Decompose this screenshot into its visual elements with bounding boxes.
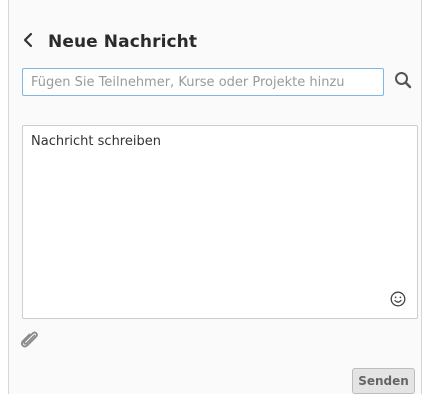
back-button[interactable]: [22, 30, 44, 54]
recipient-search-row: [22, 68, 416, 98]
emoji-button[interactable]: [389, 291, 407, 312]
smiley-icon: [390, 291, 406, 312]
search-icon: [394, 71, 412, 94]
message-textarea[interactable]: Nachricht schreiben: [22, 125, 418, 319]
chevron-left-icon: [22, 32, 34, 53]
compose-header: Neue Nachricht: [22, 30, 197, 54]
compose-panel: Neue Nachricht Nachricht schreiben: [8, 0, 422, 394]
search-button[interactable]: [392, 71, 414, 93]
message-placeholder: Nachricht schreiben: [31, 134, 161, 149]
recipient-search-input[interactable]: [22, 68, 384, 96]
paperclip-icon: [20, 331, 40, 354]
send-button[interactable]: Senden: [352, 368, 415, 394]
attach-button[interactable]: [20, 330, 40, 350]
page-title: Neue Nachricht: [48, 32, 198, 52]
